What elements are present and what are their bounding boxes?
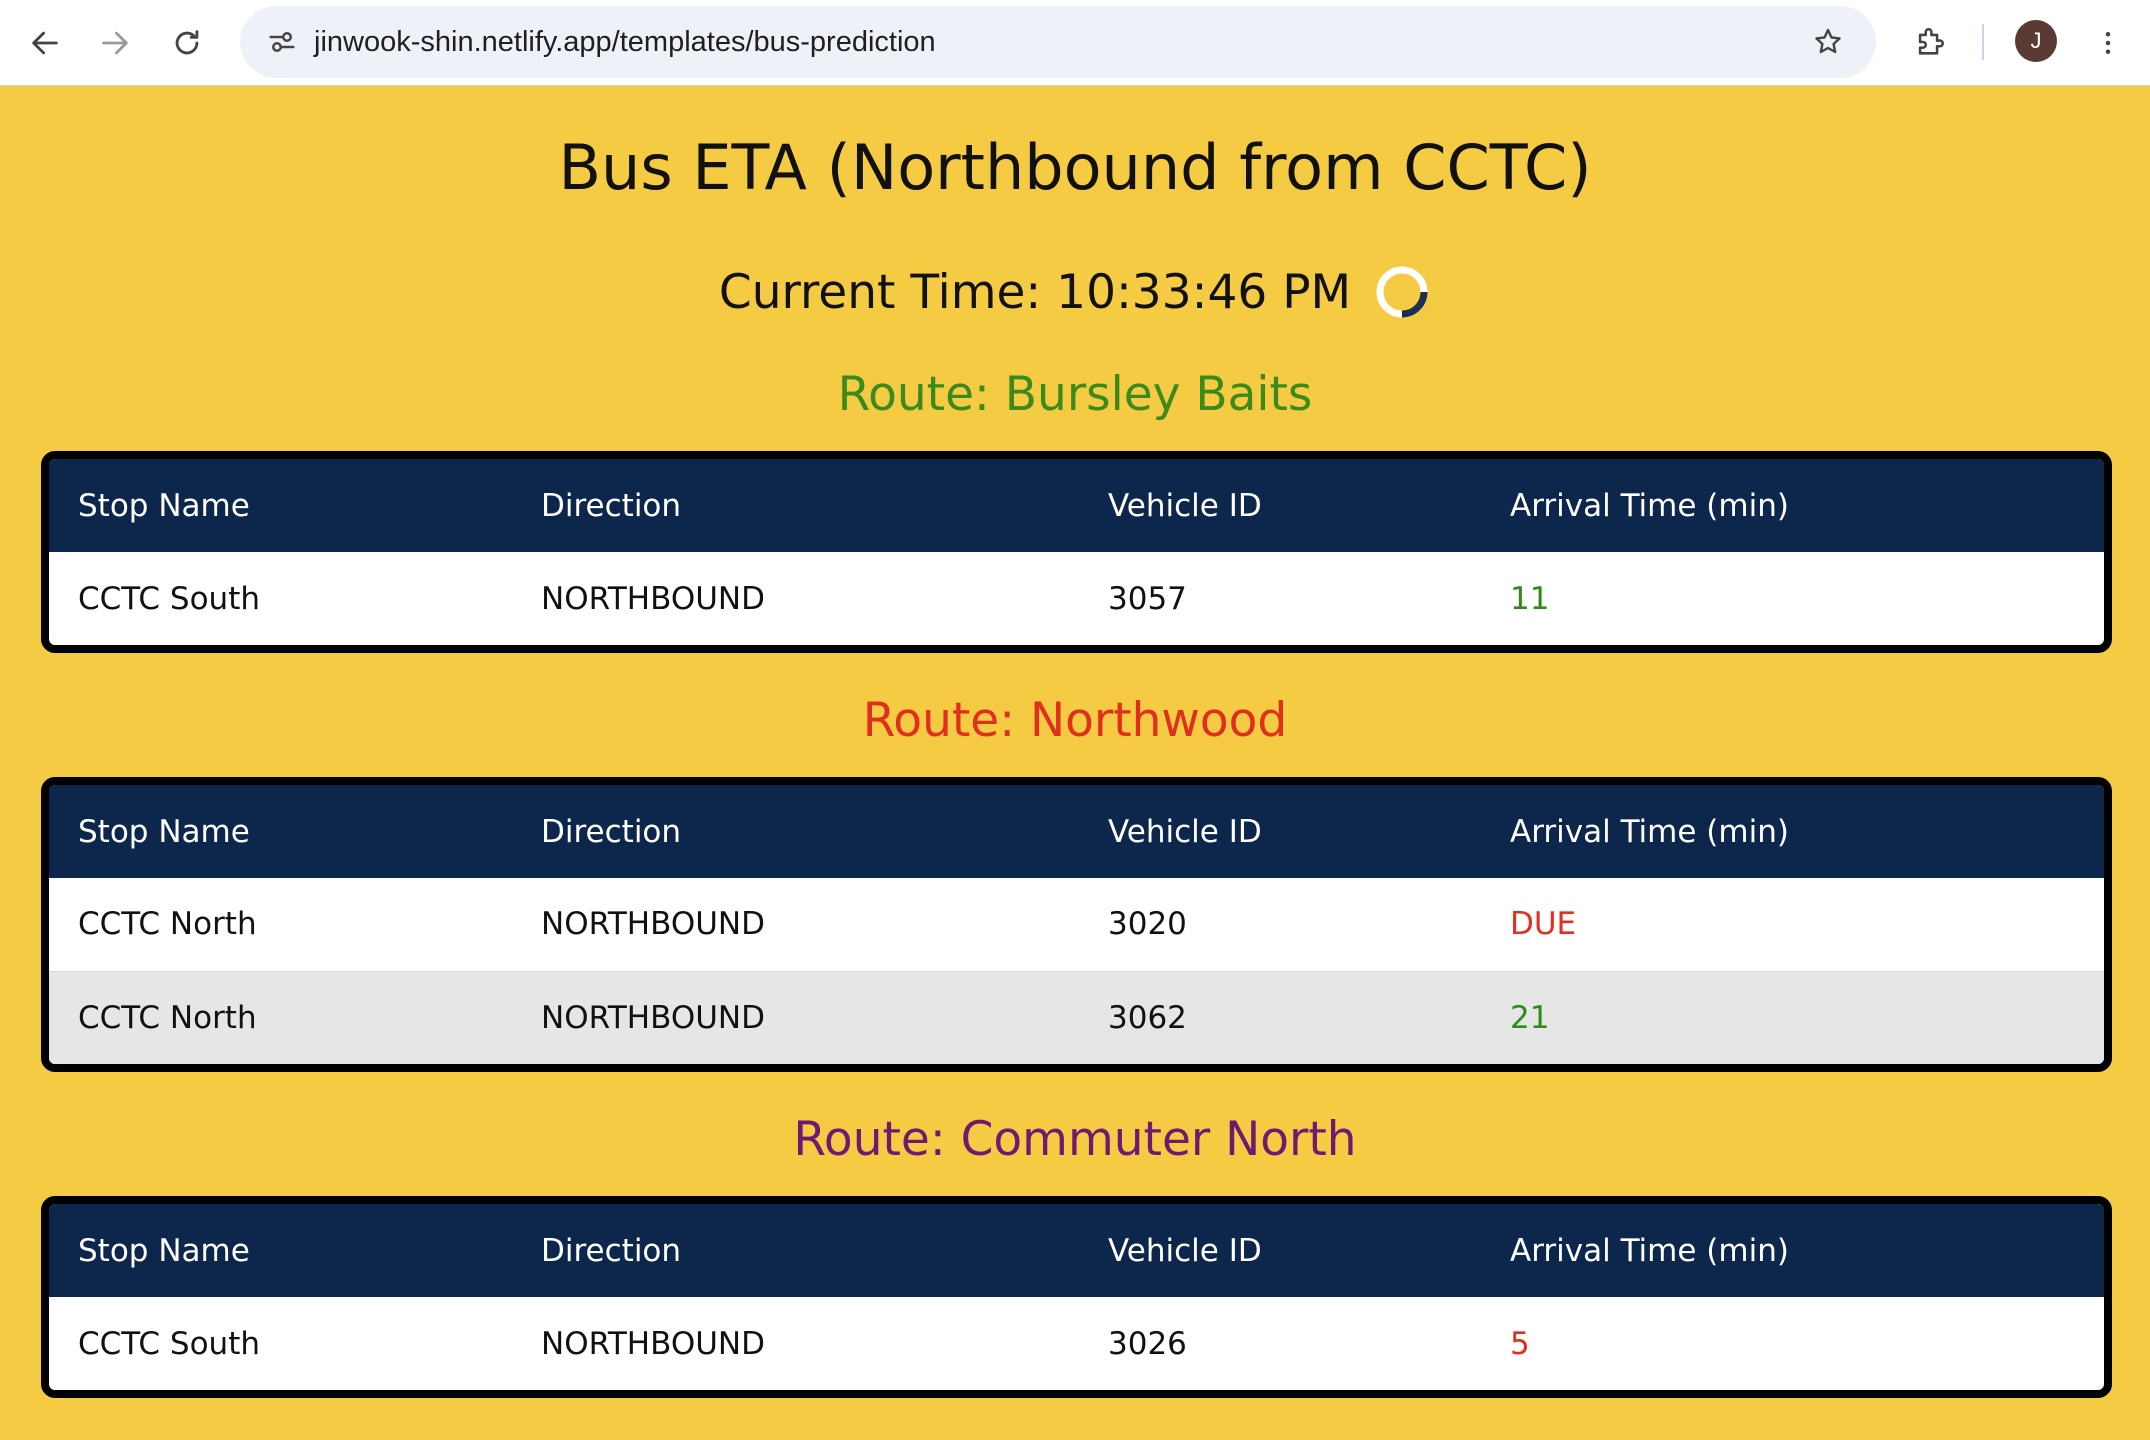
toolbar-divider xyxy=(1982,24,1984,60)
current-time-row: Current Time: 10:33:46 PM xyxy=(0,263,2150,321)
puzzle-icon xyxy=(1918,28,1944,55)
table-header-row: Stop Name Direction Vehicle ID Arrival T… xyxy=(49,459,2104,552)
address-bar[interactable]: jinwook-shin.netlify.app/templates/bus-p… xyxy=(240,6,1876,78)
column-header-arrival: Arrival Time (min) xyxy=(1481,785,2104,878)
stop-name: CCTC South xyxy=(78,1325,261,1362)
reload-icon xyxy=(175,30,199,55)
vehicle-id: 3020 xyxy=(1108,906,1187,943)
vehicle-id: 3062 xyxy=(1079,970,1481,1064)
page-title: Bus ETA (Northbound from CCTC) xyxy=(558,131,1592,204)
table-row: CCTC South NORTHBOUND 3026 5 xyxy=(49,1297,2104,1390)
star-icon xyxy=(1815,28,1841,54)
table-header-row: Stop Name Direction Vehicle ID Arrival T… xyxy=(49,785,2104,878)
arrival-time: 21 xyxy=(1481,970,2104,1064)
vehicle-id: 3057 xyxy=(1108,580,1187,617)
loading-spinner-icon xyxy=(1376,266,1428,318)
stop-name: CCTC North xyxy=(49,970,512,1064)
column-header-arrival: Arrival Time (min) xyxy=(1481,1204,2104,1297)
browser-toolbar: jinwook-shin.netlify.app/templates/bus-p… xyxy=(0,0,2150,86)
route-table-bursley-baits: Stop Name Direction Vehicle ID Arrival T… xyxy=(41,451,2112,653)
stop-name: CCTC North xyxy=(78,906,257,943)
column-header-stop: Stop Name xyxy=(49,1204,512,1297)
column-header-direction: Direction xyxy=(512,1204,1079,1297)
direction: NORTHBOUND xyxy=(541,906,765,943)
route-table-commuter-north: Stop Name Direction Vehicle ID Arrival T… xyxy=(41,1196,2112,1398)
extensions-button[interactable] xyxy=(1904,16,1956,68)
site-info-button[interactable] xyxy=(258,18,306,66)
column-header-arrival: Arrival Time (min) xyxy=(1481,459,2104,552)
direction: NORTHBOUND xyxy=(512,970,1079,1064)
column-header-vehicle: Vehicle ID xyxy=(1079,785,1481,878)
route-title-bursley-baits: Route: Bursley Baits xyxy=(837,367,1313,422)
back-button[interactable] xyxy=(20,18,70,68)
column-header-stop: Stop Name xyxy=(49,459,512,552)
route-title-commuter-north: Route: Commuter North xyxy=(793,1112,1357,1167)
column-header-vehicle: Vehicle ID xyxy=(1079,459,1481,552)
column-header-vehicle: Vehicle ID xyxy=(1079,1204,1481,1297)
tune-icon xyxy=(269,32,295,52)
browser-menu-button[interactable] xyxy=(2088,18,2128,68)
arrival-time: 11 xyxy=(1510,580,1550,617)
stop-name: CCTC South xyxy=(78,580,261,617)
table-header-row: Stop Name Direction Vehicle ID Arrival T… xyxy=(49,1204,2104,1297)
route-table-northwood: Stop Name Direction Vehicle ID Arrival T… xyxy=(41,777,2112,1072)
arrow-left-icon xyxy=(32,31,58,55)
table-row: CCTC South NORTHBOUND 3057 11 xyxy=(49,552,2104,645)
bookmark-button[interactable] xyxy=(1804,18,1852,66)
direction: NORTHBOUND xyxy=(541,1325,765,1362)
arrival-time: DUE xyxy=(1510,906,1577,943)
forward-button[interactable] xyxy=(90,18,140,68)
arrival-time: 5 xyxy=(1510,1325,1530,1362)
page-content: Bus ETA (Northbound from CCTC) Current T… xyxy=(0,87,2150,1440)
direction: NORTHBOUND xyxy=(541,580,765,617)
vehicle-id: 3026 xyxy=(1108,1325,1187,1362)
more-vertical-icon xyxy=(2105,32,2111,54)
table-row: CCTC North NORTHBOUND 3062 21 xyxy=(49,970,2104,1064)
column-header-direction: Direction xyxy=(512,785,1079,878)
arrow-right-icon xyxy=(102,31,128,55)
column-header-stop: Stop Name xyxy=(49,785,512,878)
profile-avatar[interactable]: J xyxy=(2015,20,2057,62)
route-title-northwood: Route: Northwood xyxy=(862,693,1288,748)
reload-button[interactable] xyxy=(162,18,212,68)
url-text[interactable]: jinwook-shin.netlify.app/templates/bus-p… xyxy=(314,6,936,78)
current-time: Current Time: 10:33:46 PM xyxy=(718,264,1352,320)
table-row: CCTC North NORTHBOUND 3020 DUE xyxy=(49,878,2104,971)
column-header-direction: Direction xyxy=(512,459,1079,552)
